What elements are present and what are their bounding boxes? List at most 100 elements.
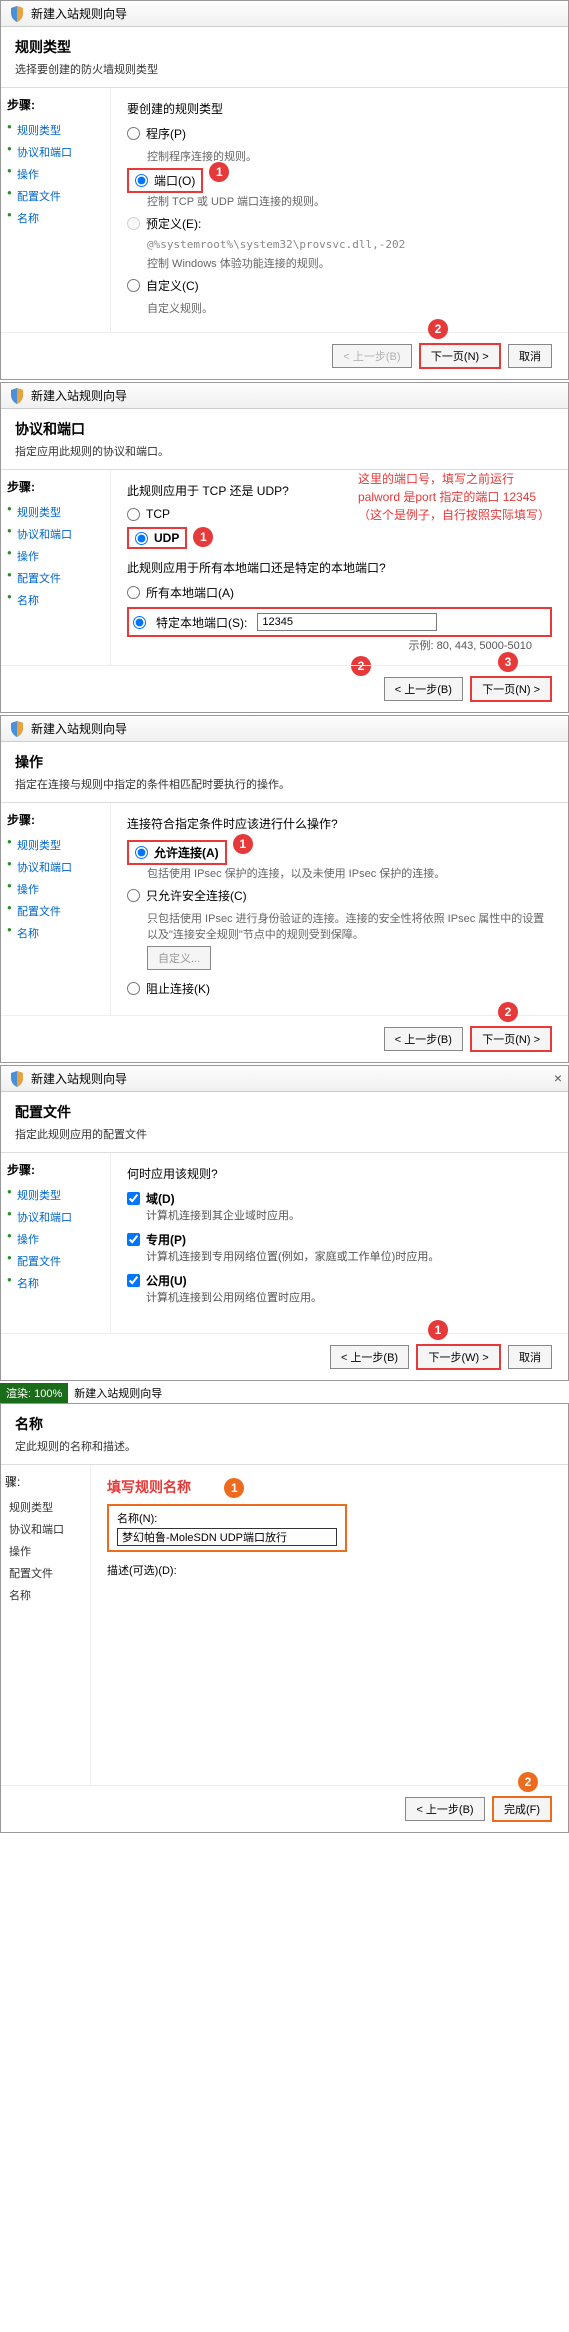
- finish-button[interactable]: 完成(F): [492, 1796, 552, 1822]
- back-button: < 上一步(B): [332, 344, 411, 368]
- step-protocol[interactable]: 协议和端口: [7, 523, 104, 545]
- back-button[interactable]: < 上一步(B): [330, 1345, 409, 1369]
- progress-label: 渲染: 100%: [0, 1383, 68, 1403]
- step-profile[interactable]: 配置文件: [7, 567, 104, 589]
- label-secure: 只允许安全连接(C): [146, 887, 247, 904]
- option-block[interactable]: 阻止连接(K): [127, 980, 552, 997]
- radio-port[interactable]: [135, 174, 148, 187]
- step-rule-type[interactable]: 规则类型: [7, 119, 104, 141]
- step-action[interactable]: 操作: [7, 545, 104, 567]
- header: 协议和端口 指定应用此规则的协议和端口。: [1, 409, 568, 470]
- step-action[interactable]: 操作: [7, 878, 104, 900]
- annotation-badge-1: 1: [233, 834, 253, 854]
- cb-domain[interactable]: [127, 1192, 140, 1205]
- step-name[interactable]: 名称: [7, 589, 104, 611]
- option-custom[interactable]: 自定义(C): [127, 277, 552, 294]
- checkbox-domain[interactable]: 域(D)计算机连接到其企业域时应用。: [127, 1190, 552, 1223]
- back-button[interactable]: < 上一步(B): [384, 1027, 463, 1051]
- page-title: 规则类型: [15, 37, 554, 57]
- cancel-button[interactable]: 取消: [508, 344, 552, 368]
- desc-secure: 只包括使用 IPsec 进行身份验证的连接。连接的安全性将依照 IPsec 属性…: [147, 910, 552, 942]
- step-protocol[interactable]: 协议和端口: [7, 1206, 104, 1228]
- option-all-ports[interactable]: 所有本地端口(A): [127, 584, 552, 601]
- highlight-port: 端口(O): [127, 168, 203, 193]
- name-label: 名称(N):: [117, 1510, 337, 1526]
- shield-icon: [9, 721, 25, 737]
- cb-private[interactable]: [127, 1233, 140, 1246]
- step-name[interactable]: 名称: [5, 1584, 86, 1606]
- sidebar: 骤: 规则类型 协议和端口 操作 配置文件 名称: [1, 1465, 91, 1785]
- radio-secure[interactable]: [127, 889, 140, 902]
- content: 填写规则名称 1 名称(N): 描述(可选)(D):: [91, 1465, 568, 1785]
- footer: 3 < 上一步(B) 下一页(N) >: [1, 665, 568, 712]
- next-button[interactable]: 下一页(N) >: [419, 343, 501, 369]
- step-action[interactable]: 操作: [5, 1540, 86, 1562]
- option-predef[interactable]: 预定义(E):: [127, 215, 552, 232]
- wizard-protocol: 新建入站规则向导 协议和端口 指定应用此规则的协议和端口。 步骤: 规则类型 协…: [0, 382, 569, 713]
- step-rule-type[interactable]: 规则类型: [5, 1496, 86, 1518]
- back-button[interactable]: < 上一步(B): [405, 1797, 484, 1821]
- step-profile[interactable]: 配置文件: [5, 1562, 86, 1584]
- next-button[interactable]: 下一页(N) >: [470, 1026, 552, 1052]
- q2: 此规则应用于所有本地端口还是特定的本地端口?: [127, 559, 552, 576]
- desc-program: 控制程序连接的规则。: [147, 148, 552, 164]
- q: 何时应用该规则?: [127, 1165, 552, 1182]
- content: 何时应用该规则? 域(D)计算机连接到其企业域时应用。 专用(P)计算机连接到专…: [111, 1153, 568, 1333]
- option-secure[interactable]: 只允许安全连接(C): [127, 887, 552, 904]
- back-button[interactable]: < 上一步(B): [384, 677, 463, 701]
- label-predef: 预定义(E):: [146, 215, 201, 232]
- header: 名称 定此规则的名称和描述。: [1, 1404, 568, 1465]
- label-program: 程序(P): [146, 125, 186, 142]
- next-button[interactable]: 下一步(W) >: [416, 1344, 500, 1370]
- footer: 2 < 上一步(B) 下一页(N) > 取消: [1, 332, 568, 379]
- step-profile[interactable]: 配置文件: [7, 1250, 104, 1272]
- checkbox-private[interactable]: 专用(P)计算机连接到专用网络位置(例如，家庭或工作单位)时应用。: [127, 1231, 552, 1264]
- step-protocol[interactable]: 协议和端口: [7, 856, 104, 878]
- radio-udp[interactable]: [135, 532, 148, 545]
- cancel-button[interactable]: 取消: [508, 1345, 552, 1369]
- step-rule-type[interactable]: 规则类型: [7, 1184, 104, 1206]
- step-profile[interactable]: 配置文件: [7, 900, 104, 922]
- radio-program[interactable]: [127, 127, 140, 140]
- label-port: 端口(O): [154, 172, 195, 189]
- annotation-badge-3: 3: [498, 652, 518, 672]
- checkbox-public[interactable]: 公用(U)计算机连接到公用网络位置时应用。: [127, 1272, 552, 1305]
- step-action[interactable]: 操作: [7, 1228, 104, 1250]
- label-private: 专用(P): [146, 1231, 439, 1248]
- radio-tcp[interactable]: [127, 508, 140, 521]
- sidebar: 步骤: 规则类型 协议和端口 操作 配置文件 名称: [1, 803, 111, 1015]
- step-action[interactable]: 操作: [7, 163, 104, 185]
- radio-all[interactable]: [127, 586, 140, 599]
- wizard-rule-type: 新建入站规则向导 规则类型 选择要创建的防火墙规则类型 步骤: 规则类型 协议和…: [0, 0, 569, 380]
- radio-block[interactable]: [127, 982, 140, 995]
- header: 配置文件 指定此规则应用的配置文件: [1, 1092, 568, 1153]
- option-program[interactable]: 程序(P): [127, 125, 552, 142]
- radio-custom[interactable]: [127, 279, 140, 292]
- wizard-name: 名称 定此规则的名称和描述。 骤: 规则类型 协议和端口 操作 配置文件 名称 …: [0, 1403, 569, 1833]
- page-title: 配置文件: [15, 1102, 554, 1122]
- step-rule-type[interactable]: 规则类型: [7, 501, 104, 523]
- name-input[interactable]: [117, 1528, 337, 1546]
- footer: 2 < 上一步(B) 下一页(N) >: [1, 1015, 568, 1062]
- radio-specific[interactable]: [133, 616, 146, 629]
- cb-public[interactable]: [127, 1274, 140, 1287]
- step-name[interactable]: 名称: [7, 207, 104, 229]
- step-protocol[interactable]: 协议和端口: [7, 141, 104, 163]
- label-block: 阻止连接(K): [146, 980, 210, 997]
- step-name[interactable]: 名称: [7, 1272, 104, 1294]
- name-annotation: 填写规则名称: [107, 1479, 191, 1495]
- radio-predef[interactable]: [127, 217, 140, 230]
- annotation-badge-2: 2: [518, 1772, 538, 1792]
- close-icon[interactable]: ×: [554, 1070, 562, 1086]
- overlay-title: 新建入站规则向导: [74, 1388, 162, 1400]
- next-button[interactable]: 下一页(N) >: [470, 676, 552, 702]
- port-input[interactable]: [257, 613, 437, 631]
- step-name[interactable]: 名称: [7, 922, 104, 944]
- step-profile[interactable]: 配置文件: [7, 185, 104, 207]
- label-tcp: TCP: [146, 507, 170, 521]
- step-protocol[interactable]: 协议和端口: [5, 1518, 86, 1540]
- radio-allow[interactable]: [135, 846, 148, 859]
- footer: 2 < 上一步(B) 完成(F): [1, 1785, 568, 1832]
- step-rule-type[interactable]: 规则类型: [7, 834, 104, 856]
- annotation-badge-1: 1: [193, 527, 213, 547]
